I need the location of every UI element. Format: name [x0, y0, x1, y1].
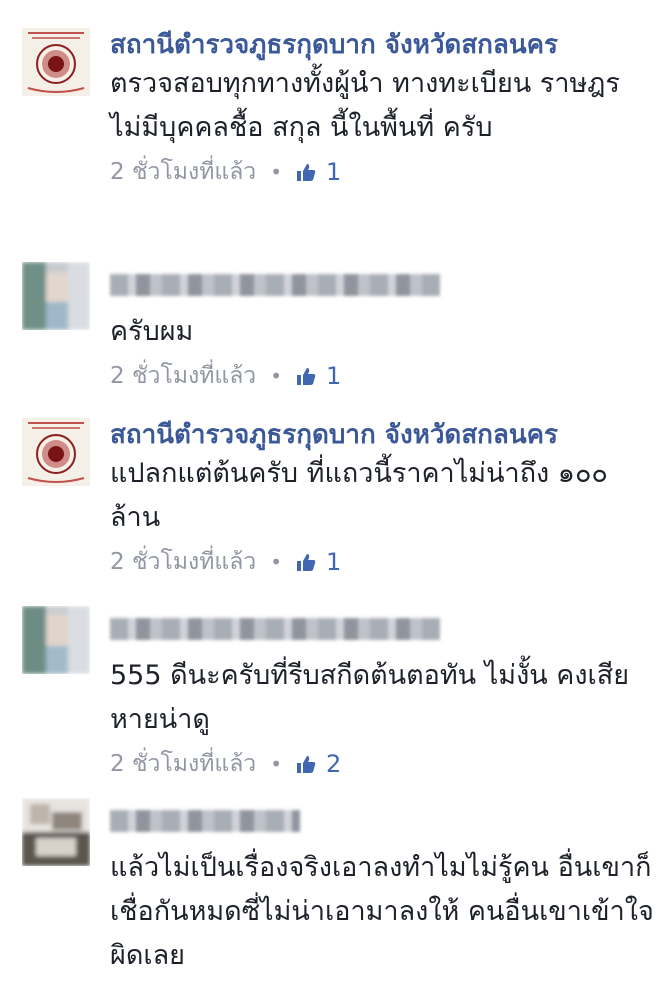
comment-text: แปลกแต่ต้นครับ ที่แถวนี้ราคาไม่น่าถึง ๑๐…: [110, 458, 608, 533]
like-count[interactable]: 2: [326, 744, 341, 784]
like-count[interactable]: 1: [326, 356, 341, 396]
comment-text: ตรวจสอบทุกทางทั้งผู้นำ ทางทะเบียน ราษฎร …: [110, 68, 620, 143]
blurred-user-avatar[interactable]: [22, 262, 90, 330]
separator-dot: •: [270, 364, 283, 388]
comment-meta: 2 ชั่วโมงที่แล้ว • 2: [110, 744, 655, 784]
thumbs-up-icon[interactable]: [296, 366, 316, 386]
thumbs-up-icon[interactable]: [296, 754, 316, 774]
comment-meta: 2 ชั่วโมงที่แล้ว • 1: [110, 542, 655, 582]
blurred-user-avatar[interactable]: [22, 606, 90, 674]
comment-author[interactable]: สถานีตำรวจภูธรกุดบาก จังหวัดสกลนคร: [110, 28, 655, 62]
comment-author-blurred[interactable]: [110, 810, 300, 832]
separator-dot: •: [270, 550, 283, 574]
separator-dot: •: [270, 160, 283, 184]
comment-text: ครับผม: [110, 316, 194, 347]
thumbs-up-icon[interactable]: [296, 162, 316, 182]
separator-dot: •: [270, 752, 283, 776]
like-count[interactable]: 1: [326, 542, 341, 582]
comment-text: แล้วไม่เป็นเรื่องจริงเอาลงทำไมไม่รู้คน อ…: [110, 852, 654, 971]
comment-author-blurred[interactable]: [110, 274, 440, 296]
thumbs-up-icon[interactable]: [296, 552, 316, 572]
comment-meta: 2 ชั่วโมงที่แล้ว • 1: [110, 356, 655, 396]
police-seal-avatar[interactable]: [22, 418, 90, 486]
comment-author-blurred[interactable]: [110, 618, 440, 640]
comment-time[interactable]: 2 ชั่วโมงที่แล้ว: [110, 744, 256, 784]
like-count[interactable]: 1: [326, 152, 341, 192]
comment-time[interactable]: 2 ชั่วโมงที่แล้ว: [110, 356, 256, 396]
comment-feed: สถานีตำรวจภูธรกุดบาก จังหวัดสกลนคร ตรวจส…: [0, 0, 670, 984]
blurred-user-avatar[interactable]: [22, 798, 90, 866]
comment-time[interactable]: 2 ชั่วโมงที่แล้ว: [110, 152, 256, 192]
comment-text: 555 ดีนะครับที่รีบสกีดต้นตอทัน ไม่งั้น ค…: [110, 660, 630, 735]
police-seal-avatar[interactable]: [22, 28, 90, 96]
comment-time[interactable]: 2 ชั่วโมงที่แล้ว: [110, 542, 256, 582]
comment-meta: 2 ชั่วโมงที่แล้ว • 1: [110, 152, 655, 192]
comment-author[interactable]: สถานีตำรวจภูธรกุดบาก จังหวัดสกลนคร: [110, 418, 655, 452]
